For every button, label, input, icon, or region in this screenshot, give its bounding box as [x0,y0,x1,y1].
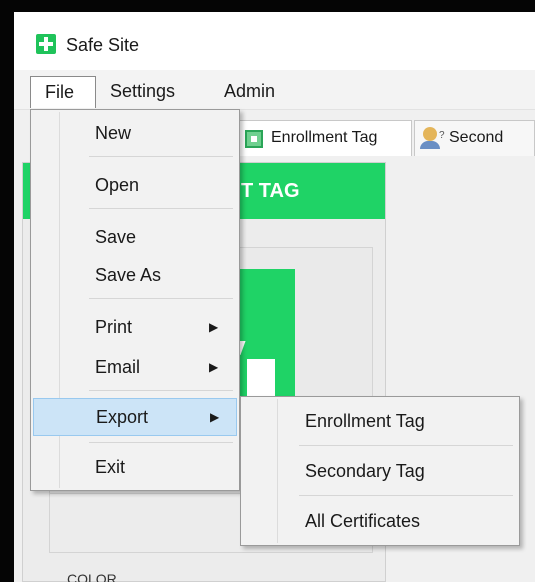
menu-item-label: Exit [95,457,126,477]
menu-item-label: Save As [95,265,162,285]
menu-admin[interactable]: Admin [214,76,285,108]
panel-header-title: T TAG [241,180,300,202]
tag-icon [245,130,263,148]
submenu-item-label: Secondary Tag [305,461,425,481]
title-bar: Safe Site [14,12,535,70]
menu-item-save-as[interactable]: Save As [33,256,237,294]
menu-item-label: Open [95,175,140,195]
export-secondary-tag[interactable]: Secondary Tag [243,451,517,491]
tab-label: Second [449,129,504,146]
menu-item-label: Export [96,407,149,427]
menu-item-new[interactable]: New [33,114,237,152]
menu-file[interactable]: File [30,76,96,108]
export-enrollment-tag[interactable]: Enrollment Tag [243,401,517,441]
menu-separator [89,298,233,299]
screen-frame-left [0,0,14,582]
menu-separator [299,445,513,446]
menu-settings[interactable]: Settings [100,76,185,108]
tab-secondary[interactable]: ? Second [414,120,535,156]
submenu-item-label: Enrollment Tag [305,411,425,431]
tab-label: Enrollment Tag [271,129,378,146]
menu-item-export[interactable]: Export ▶ [33,398,237,436]
file-dropdown-menu: New Open Save Save As Print ▶ Email ▶ Ex… [30,109,240,491]
menu-item-exit[interactable]: Exit [33,448,237,486]
menu-separator [89,208,233,209]
app-window: Safe Site File Settings Admin Enrollment… [14,12,535,582]
menu-item-label: New [95,123,132,143]
menu-separator [89,390,233,391]
menu-item-save[interactable]: Save [33,218,237,256]
screen-frame-top [0,0,535,12]
submenu-arrow-icon: ▶ [209,360,219,374]
submenu-arrow-icon: ▶ [210,410,220,424]
menu-item-label: Email [95,357,141,377]
menu-separator [89,156,233,157]
menu-item-label: Print [95,317,133,337]
menu-item-email[interactable]: Email ▶ [33,348,237,386]
submenu-item-label: All Certificates [305,511,421,531]
menu-separator [299,495,513,496]
menu-item-label: Save [95,227,137,247]
submenu-arrow-icon: ▶ [209,320,219,334]
menu-bar: File Settings Admin [14,70,535,110]
question-mark-icon: ? [439,130,445,141]
app-cross-icon [36,34,56,54]
export-submenu: Enrollment Tag Secondary Tag All Certifi… [240,396,520,546]
app-title: Safe Site [66,35,140,55]
menu-item-open[interactable]: Open [33,166,237,204]
menu-separator [89,442,233,443]
menu-item-print[interactable]: Print ▶ [33,308,237,346]
tab-enrollment-tag[interactable]: Enrollment Tag [236,120,412,156]
person-help-icon [420,127,440,149]
color-label: COLOR [67,571,117,582]
export-all-certificates[interactable]: All Certificates [243,501,517,541]
